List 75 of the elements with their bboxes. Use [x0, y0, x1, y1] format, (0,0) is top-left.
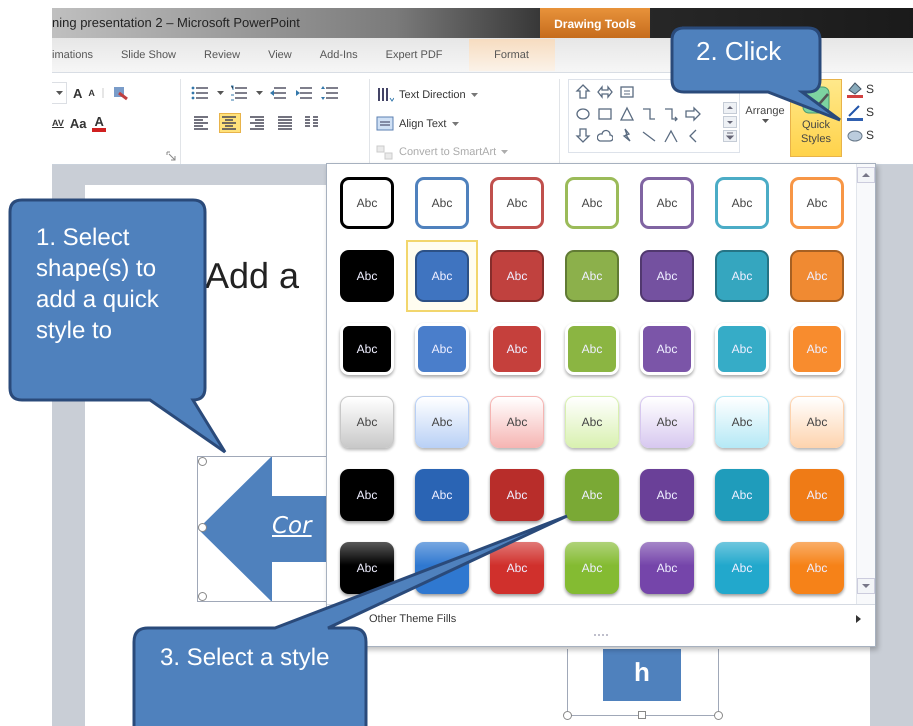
dropdown-icon	[501, 150, 508, 154]
align-center-button[interactable]	[219, 113, 241, 133]
shapes-gallery[interactable]	[568, 79, 740, 153]
line-spacing-icon	[321, 85, 341, 101]
slide-title: Add a	[205, 255, 300, 297]
command-button[interactable]: Text Direction	[399, 88, 466, 101]
ribbon-tab[interactable]: imations	[52, 49, 107, 61]
dropdown-icon	[470, 92, 478, 97]
command-button[interactable]: S	[866, 105, 874, 119]
grow-font-button[interactable]: A	[73, 86, 82, 100]
up-arrow-icon	[575, 84, 591, 100]
resize-handle[interactable]	[714, 711, 723, 720]
font-size-field[interactable]	[52, 82, 67, 104]
increase-indent-icon	[295, 85, 315, 101]
callout-text: 2. Click	[696, 36, 782, 67]
angle-icon	[663, 128, 679, 144]
character-spacing-button[interactable]: AV	[52, 118, 64, 128]
shape-text: Cor	[272, 513, 312, 539]
submenu-arrow-icon	[856, 615, 861, 623]
resize-handle[interactable]	[198, 592, 207, 601]
callout-text: 3. Select a style	[160, 643, 330, 673]
ribbon-tab[interactable]: Slide Show	[106, 49, 190, 61]
style-option[interactable]: Abc	[406, 240, 478, 312]
ribbon-tab[interactable]: Review	[190, 49, 254, 61]
right-arrow-icon	[685, 106, 701, 122]
text-box-icon	[619, 84, 635, 100]
triangle-icon	[619, 106, 635, 122]
resize-handle[interactable]	[638, 711, 646, 719]
ribbon-tab[interactable]: View	[254, 49, 306, 61]
elbow-connector-icon	[641, 106, 657, 122]
elbow-arrow-icon	[663, 106, 679, 122]
separator-icon	[100, 88, 105, 98]
shrink-font-button[interactable]: A	[88, 88, 95, 98]
shape-outline-icon	[846, 103, 864, 121]
double-arrow-icon	[597, 84, 613, 100]
resize-handle[interactable]	[563, 711, 572, 720]
ribbon-tab[interactable]: Expert PDF	[372, 49, 457, 61]
callout-text: 1. Select shape(s) to add a quick style to	[36, 223, 160, 346]
scroll-down-button[interactable]	[857, 578, 875, 594]
selection-frame[interactable]: Cor	[197, 456, 326, 602]
resize-handle[interactable]	[198, 457, 207, 466]
more-button[interactable]	[723, 130, 737, 142]
dropdown-icon	[762, 119, 768, 123]
dropdown-icon	[56, 91, 62, 95]
bullets-icon	[191, 85, 211, 101]
command-button[interactable]: S	[866, 82, 874, 96]
scroll-up-button[interactable]	[723, 102, 737, 114]
change-case-button[interactable]: Aa	[70, 116, 86, 130]
resize-handle[interactable]	[198, 523, 207, 532]
command-button[interactable]: Align Text	[399, 118, 446, 130]
numbering-icon	[230, 85, 250, 101]
dropdown-icon	[452, 122, 458, 126]
decrease-indent-icon	[269, 85, 289, 101]
resize-grip-icon	[593, 633, 609, 637]
cloud-icon	[597, 128, 613, 144]
smartart-icon	[376, 144, 394, 161]
font-color-button[interactable]: A	[92, 114, 106, 132]
ribbon-tab[interactable]: Format	[468, 39, 555, 71]
contextual-tab-label: Drawing Tools	[540, 8, 650, 38]
ribbon-tab[interactable]: Add-Ins	[306, 49, 372, 61]
window-title: ning presentation 2 – Microsoft PowerPoint	[52, 14, 301, 32]
command-button[interactable]: S	[866, 128, 874, 142]
oval-icon	[575, 106, 591, 122]
down-arrow-icon	[575, 128, 591, 144]
dropdown-icon	[217, 91, 224, 95]
dropdown-icon	[256, 91, 263, 95]
shape-text: h	[634, 656, 650, 689]
shape-fill-icon	[846, 80, 864, 98]
text-direction-icon	[376, 86, 394, 104]
scroll-up-button[interactable]	[857, 167, 875, 183]
dialog-launcher-icon	[166, 151, 176, 161]
rectangle-icon	[597, 106, 613, 122]
arrange-button[interactable]: Arrange	[740, 79, 790, 164]
scroll-down-button[interactable]	[723, 116, 737, 128]
align-text-icon	[376, 115, 394, 132]
